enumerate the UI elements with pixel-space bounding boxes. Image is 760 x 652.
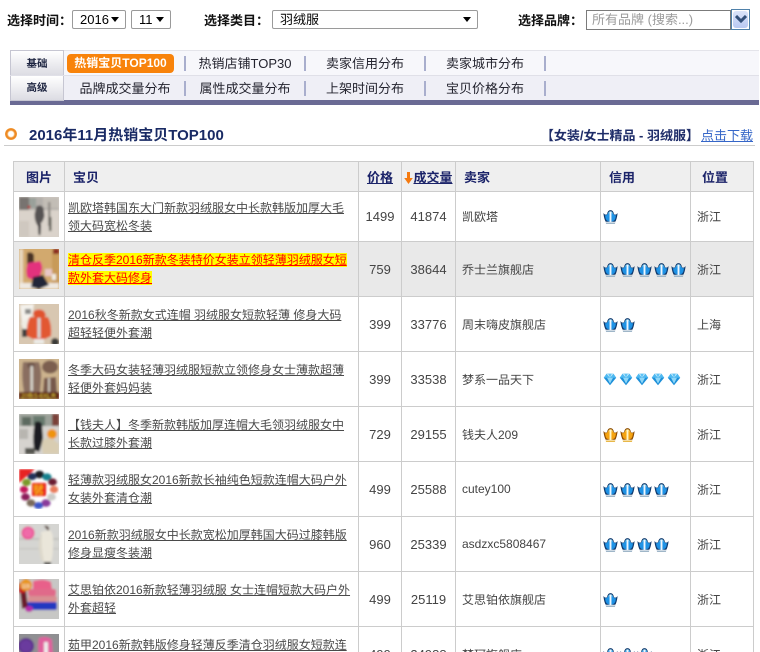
svg-text:特卖: 特卖	[34, 484, 44, 491]
svg-text:20色S-6XL大: 20色S-6XL大	[21, 392, 56, 399]
svg-text:119: 119	[22, 584, 30, 590]
